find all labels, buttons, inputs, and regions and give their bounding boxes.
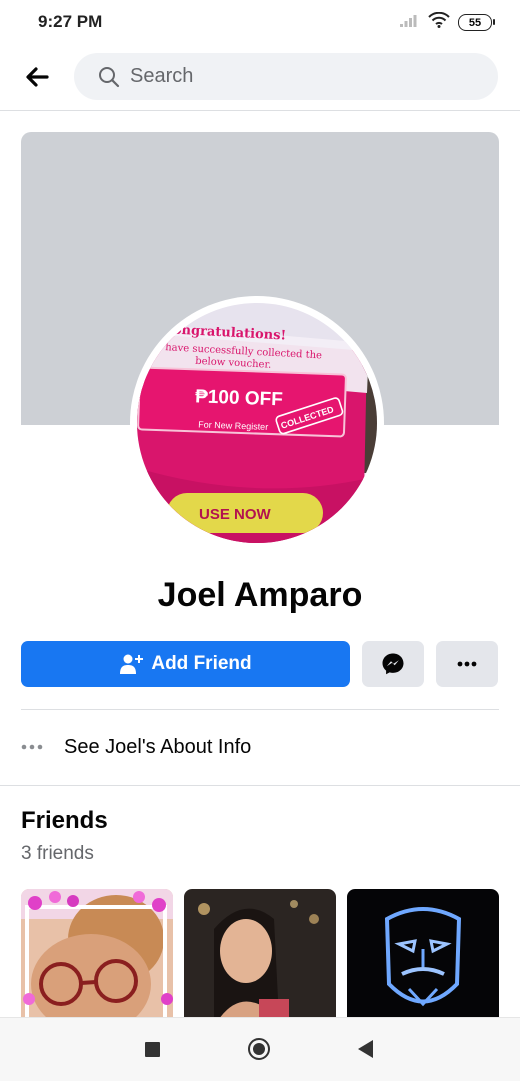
friend-photo-1[interactable] [21,889,173,1019]
more-options-button[interactable] [436,641,498,687]
signal-icon [400,13,420,32]
top-bar: Search [0,44,520,111]
avatar-text-cta: USE NOW [199,506,272,523]
more-dots-icon [457,661,477,667]
home-icon[interactable] [248,1038,270,1060]
back-button[interactable] [18,58,56,96]
profile-name: Joel Amparo [157,576,363,614]
add-friend-button[interactable]: Add Friend [21,641,350,687]
friend-photo-2[interactable] [184,889,336,1019]
recents-icon[interactable] [145,1042,160,1057]
back-arrow-icon [26,67,49,87]
ellipsis-icon [21,744,49,750]
message-button[interactable] [362,641,424,687]
system-nav-bar [0,1017,520,1081]
status-bar: 9:27 PM 55 [0,0,520,44]
search-placeholder: Search [130,65,194,87]
profile-picture[interactable]: Congratulations! have successfully colle… [130,296,384,550]
status-icons: 55 [400,11,495,33]
avatar-text-amount: ₱100 OFF [195,386,283,410]
about-info-label: See Joel's About Info [64,735,252,758]
section-separator [0,785,520,786]
status-time: 9:27 PM [38,12,103,31]
battery-icon: 55 [458,14,495,31]
friends-count[interactable]: 3 friends [21,843,94,865]
profile-picture-image: Congratulations! have successfully colle… [137,303,377,543]
messenger-icon [382,653,404,675]
wifi-icon [428,11,450,33]
friend-photo-3[interactable] [347,889,499,1019]
system-back-icon[interactable] [358,1040,373,1058]
search-icon [98,66,120,88]
divider [21,709,499,710]
friends-heading: Friends [21,807,108,834]
add-friend-label: Add Friend [151,653,252,674]
add-friend-icon [119,653,144,675]
about-info-link[interactable]: See Joel's About Info [21,724,499,770]
search-input[interactable]: Search [74,53,498,100]
